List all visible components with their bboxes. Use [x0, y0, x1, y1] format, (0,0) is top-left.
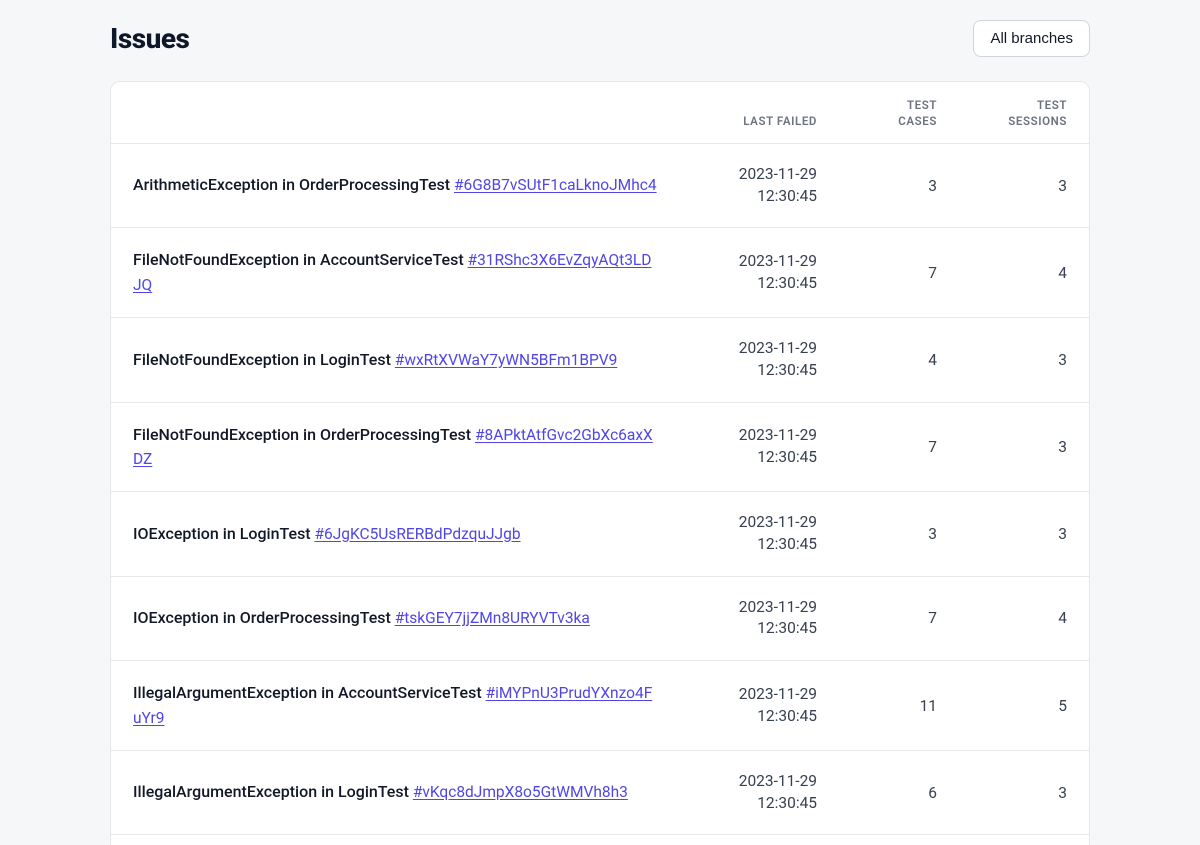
test-cases-cell: 7	[839, 228, 959, 318]
last-failed-time: 12:30:45	[701, 360, 817, 382]
table-row[interactable]: IOException in OrderProcessingTest #tskG…	[111, 576, 1089, 660]
table-row[interactable]: FileNotFoundException in AccountServiceT…	[111, 228, 1089, 318]
last-failed-date: 2023-11-29	[701, 512, 817, 534]
test-sessions-cell: 4	[959, 228, 1089, 318]
page-header: Issues All branches	[110, 20, 1090, 57]
last-failed-time: 12:30:45	[701, 447, 817, 469]
test-sessions-cell: 3	[959, 402, 1089, 492]
last-failed-time: 12:30:45	[701, 534, 817, 556]
last-failed-date: 2023-11-29	[701, 771, 817, 793]
last-failed-cell: 2023-11-2912:30:45	[679, 492, 839, 576]
table-row[interactable]: IndexOutOfBoundsException in LoginTest #…	[111, 835, 1089, 845]
test-cases-cell: 6	[839, 750, 959, 834]
test-sessions-cell: 5	[959, 661, 1089, 751]
issue-title: IllegalArgumentException in AccountServi…	[133, 683, 482, 702]
last-failed-cell: 2023-11-2912:30:45	[679, 402, 839, 492]
issue-cell: FileNotFoundException in AccountServiceT…	[111, 228, 679, 318]
test-cases-cell: 3	[839, 492, 959, 576]
last-failed-time: 12:30:45	[701, 273, 817, 295]
test-cases-cell: 11	[839, 661, 959, 751]
issue-hash-link[interactable]: #vKqc8dJmpX8o5GtWMVh8h3	[413, 783, 628, 801]
issue-cell: IndexOutOfBoundsException in LoginTest #…	[111, 835, 679, 845]
col-header-test-sessions-l1: TEST	[1037, 98, 1067, 112]
issues-page: Issues All branches LAST FAILED TEST CAS…	[0, 0, 1200, 845]
table-row[interactable]: FileNotFoundException in LoginTest #wxRt…	[111, 318, 1089, 402]
issues-card: LAST FAILED TEST CASES TEST SESSIONS Ari…	[110, 81, 1090, 845]
issue-hash-link[interactable]: #6G8B7vSUtF1caLknoJMhc4	[454, 176, 657, 194]
issue-cell: FileNotFoundException in LoginTest #wxRt…	[111, 318, 679, 402]
all-branches-button[interactable]: All branches	[973, 20, 1090, 57]
issue-cell: IllegalArgumentException in LoginTest #v…	[111, 750, 679, 834]
issue-title: FileNotFoundException in OrderProcessing…	[133, 425, 471, 444]
col-header-last-failed: LAST FAILED	[679, 82, 839, 144]
last-failed-time: 12:30:45	[701, 793, 817, 815]
issue-cell: IOException in LoginTest #6JgKC5UsRERBdP…	[111, 492, 679, 576]
test-cases-cell: 7	[839, 835, 959, 845]
issue-title: FileNotFoundException in AccountServiceT…	[133, 250, 464, 269]
last-failed-date: 2023-11-29	[701, 164, 817, 186]
issue-title: FileNotFoundException in LoginTest	[133, 350, 391, 369]
last-failed-cell: 2023-11-2912:30:45	[679, 144, 839, 228]
last-failed-date: 2023-11-29	[701, 425, 817, 447]
last-failed-cell: 2023-11-2912:30:45	[679, 576, 839, 660]
issues-table: LAST FAILED TEST CASES TEST SESSIONS Ari…	[111, 82, 1089, 845]
issue-cell: IllegalArgumentException in AccountServi…	[111, 661, 679, 751]
last-failed-cell: 2023-11-2912:30:45	[679, 661, 839, 751]
last-failed-cell: 2023-11-2912:30:45	[679, 318, 839, 402]
last-failed-cell: 2023-11-2912:30:45	[679, 835, 839, 845]
last-failed-date: 2023-11-29	[701, 684, 817, 706]
table-row[interactable]: IllegalArgumentException in AccountServi…	[111, 661, 1089, 751]
table-body: ArithmeticException in OrderProcessingTe…	[111, 144, 1089, 845]
col-header-test-cases-l1: TEST	[907, 98, 937, 112]
table-row[interactable]: ArithmeticException in OrderProcessingTe…	[111, 144, 1089, 228]
test-sessions-cell: 3	[959, 750, 1089, 834]
table-row[interactable]: FileNotFoundException in OrderProcessing…	[111, 402, 1089, 492]
test-cases-cell: 3	[839, 144, 959, 228]
col-header-issue	[111, 82, 679, 144]
col-header-test-cases: TEST CASES	[839, 82, 959, 144]
issue-title: ArithmeticException in OrderProcessingTe…	[133, 175, 450, 194]
issue-title: IOException in LoginTest	[133, 524, 311, 543]
last-failed-date: 2023-11-29	[701, 597, 817, 619]
test-sessions-cell: 3	[959, 144, 1089, 228]
last-failed-date: 2023-11-29	[701, 338, 817, 360]
issue-hash-link[interactable]: #6JgKC5UsRERBdPdzquJJgb	[315, 525, 521, 543]
test-sessions-cell: 6	[959, 835, 1089, 845]
issue-title: IOException in OrderProcessingTest	[133, 608, 391, 627]
last-failed-date: 2023-11-29	[701, 251, 817, 273]
table-row[interactable]: IOException in LoginTest #6JgKC5UsRERBdP…	[111, 492, 1089, 576]
table-row[interactable]: IllegalArgumentException in LoginTest #v…	[111, 750, 1089, 834]
last-failed-time: 12:30:45	[701, 618, 817, 640]
test-sessions-cell: 3	[959, 492, 1089, 576]
test-sessions-cell: 4	[959, 576, 1089, 660]
issue-cell: ArithmeticException in OrderProcessingTe…	[111, 144, 679, 228]
last-failed-time: 12:30:45	[701, 186, 817, 208]
test-sessions-cell: 3	[959, 318, 1089, 402]
issue-title: IllegalArgumentException in LoginTest	[133, 782, 409, 801]
test-cases-cell: 7	[839, 576, 959, 660]
page-title: Issues	[110, 22, 189, 55]
issue-hash-link[interactable]: #wxRtXVWaY7yWN5BFm1BPV9	[395, 351, 618, 369]
col-header-test-sessions: TEST SESSIONS	[959, 82, 1089, 144]
col-header-test-sessions-l2: SESSIONS	[1008, 114, 1067, 128]
col-header-test-cases-l2: CASES	[898, 114, 937, 128]
issue-hash-link[interactable]: #tskGEY7jjZMn8URYVTv3ka	[395, 609, 590, 627]
table-header: LAST FAILED TEST CASES TEST SESSIONS	[111, 82, 1089, 144]
test-cases-cell: 4	[839, 318, 959, 402]
test-cases-cell: 7	[839, 402, 959, 492]
issue-cell: FileNotFoundException in OrderProcessing…	[111, 402, 679, 492]
last-failed-time: 12:30:45	[701, 706, 817, 728]
last-failed-cell: 2023-11-2912:30:45	[679, 750, 839, 834]
issue-cell: IOException in OrderProcessingTest #tskG…	[111, 576, 679, 660]
last-failed-cell: 2023-11-2912:30:45	[679, 228, 839, 318]
